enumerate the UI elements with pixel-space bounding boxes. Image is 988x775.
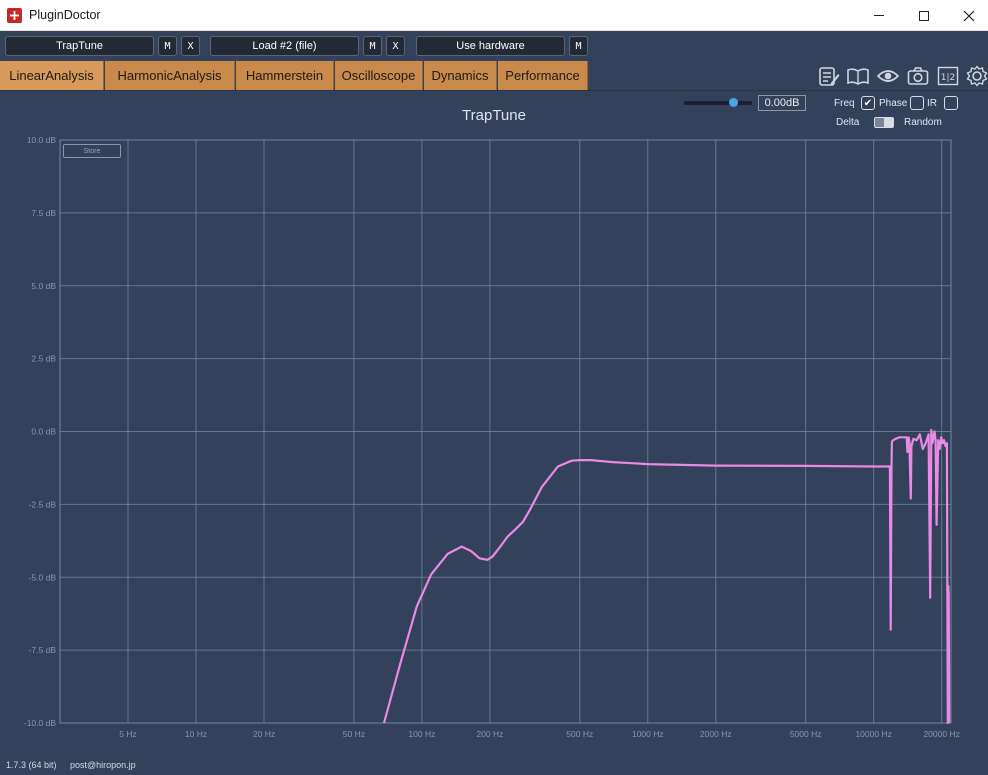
x-tick-label: 200 Hz (476, 729, 503, 739)
y-tick-label: 10.0 dB (27, 135, 57, 145)
y-tick-label: -7.5 dB (29, 645, 57, 655)
x-tick-label: 10000 Hz (855, 729, 891, 739)
x-tick-label: 1000 Hz (632, 729, 664, 739)
store-button[interactable]: Store (63, 144, 121, 158)
y-tick-label: 0.0 dB (31, 427, 56, 437)
x-tick-label: 50 Hz (343, 729, 365, 739)
y-tick-label: 7.5 dB (31, 208, 56, 218)
x-tick-label: 100 Hz (408, 729, 435, 739)
y-tick-label: 5.0 dB (31, 281, 56, 291)
x-tick-label: 20 Hz (253, 729, 275, 739)
frequency-response-plot[interactable]: 10.0 dB 7.5 dB 5.0 dB 2.5 dB 0.0 dB -2.5 dB -5… (0, 0, 988, 775)
version-label: 1.7.3 (64 bit) (6, 760, 57, 770)
x-tick-label: 10 Hz (185, 729, 207, 739)
y-tick-label: -2.5 dB (29, 499, 57, 509)
x-tick-label: 500 Hz (566, 729, 593, 739)
x-tick-label: 2000 Hz (700, 729, 732, 739)
x-tick-label: 5000 Hz (790, 729, 822, 739)
x-tick-label: 20000 Hz (923, 729, 959, 739)
y-tick-label: -5.0 dB (29, 572, 57, 582)
response-curve (382, 428, 951, 725)
y-tick-label: -10.0 dB (24, 718, 56, 728)
y-tick-label: 2.5 dB (31, 354, 56, 364)
x-tick-label: 5 Hz (119, 729, 136, 739)
contact-email: post@hiropon.jp (70, 760, 136, 770)
